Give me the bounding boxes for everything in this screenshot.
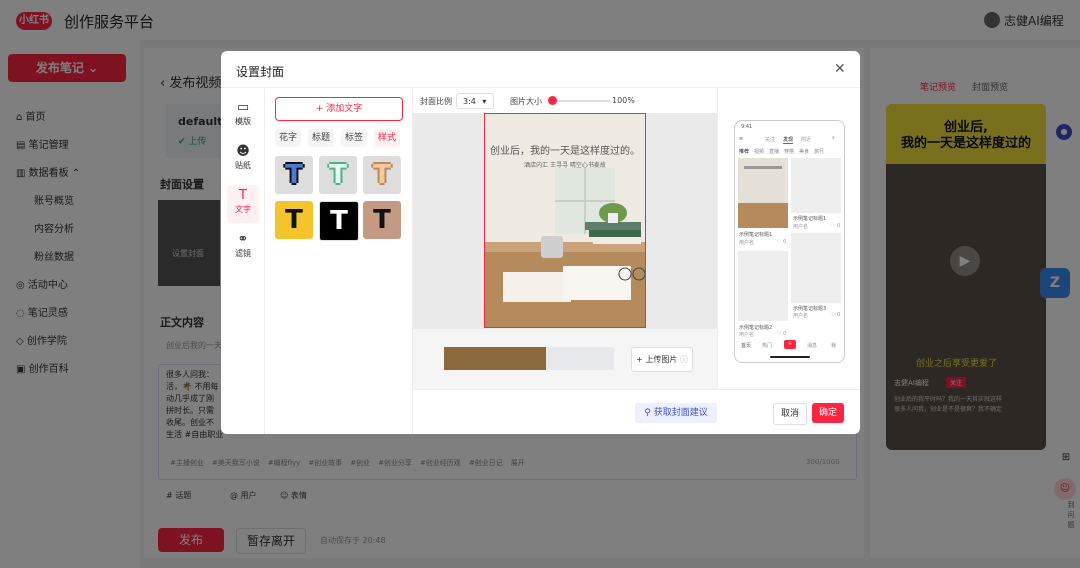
modal-title: 设置封面 — [236, 65, 285, 79]
tool-sticker[interactable]: ☻ 贴纸 — [227, 141, 259, 179]
phone-nav-me: 我 — [831, 343, 837, 349]
text-style-tile-peach[interactable]: T — [363, 156, 401, 194]
phone-nav-hot: 热门 — [762, 343, 773, 349]
phone-search-icon: ⌕ — [832, 135, 835, 141]
home-indicator — [770, 356, 810, 358]
text-style-tile-yellow[interactable]: T — [275, 201, 313, 239]
location-icon: ⚲ — [644, 408, 651, 418]
divider — [221, 87, 860, 88]
phone-card-placeholder — [738, 251, 788, 321]
phone-card-cover — [738, 158, 788, 228]
tab-style[interactable]: 样式 — [374, 129, 400, 147]
text-icon: T — [239, 188, 247, 203]
template-icon: ▭ — [236, 100, 250, 115]
get-cover-suggestion-button[interactable]: ⚲ 获取封面建议 — [635, 403, 717, 423]
phone-nav-plus: + — [784, 340, 796, 349]
phone-card-likes: ♡ 0 — [777, 239, 787, 245]
ratio-label: 封面比例 — [420, 97, 452, 106]
size-slider-track[interactable] — [552, 100, 610, 102]
phone-card-author: 用户名 — [793, 224, 809, 230]
text-style-tile-black[interactable]: T — [319, 201, 359, 241]
phone-card-placeholder — [791, 233, 841, 303]
chevron-down-icon: ▾ — [482, 97, 487, 106]
filmstrip-frame[interactable] — [495, 347, 512, 370]
phone-card-author: 用户名 — [739, 240, 755, 246]
upload-image-button[interactable]: + 上传图片 ⓘ — [631, 347, 693, 372]
phone-card-title: 示例笔记标题2 — [739, 325, 773, 331]
confirm-button[interactable]: 确定 — [812, 403, 844, 423]
phone-category-row: 推荐 视频 直播 穿搭 美食 旅行 — [739, 149, 825, 155]
phone-card-likes: ♡ 0 — [831, 312, 841, 318]
divider — [264, 88, 265, 434]
phone-card-title: 示例笔记标题1 — [739, 232, 773, 238]
phone-card-author: 用户名 — [739, 332, 755, 338]
filmstrip-frame[interactable] — [512, 347, 529, 370]
text-style-tile-mint[interactable]: T — [319, 156, 357, 194]
phone-card-title: 示例笔记标题1 — [793, 216, 827, 222]
phone-tab-nearby: 附近 — [801, 137, 812, 143]
phone-card-likes: ♡ 0 — [777, 331, 787, 337]
sticker-icon: ☻ — [236, 144, 250, 159]
plus-icon: + — [315, 104, 324, 114]
filter-icon: ⚭ — [237, 232, 249, 247]
phone-card-author: 用户名 — [793, 313, 809, 319]
tab-title[interactable]: 标题 — [308, 129, 334, 147]
menu-icon: ≡ — [739, 136, 744, 142]
divider — [413, 389, 860, 390]
tab-fancy-text[interactable]: 花字 — [275, 129, 301, 147]
cover-subtitle-text[interactable]: 酒店内汇 王寻寻 晴空心书麦故 — [485, 160, 645, 169]
phone-time: 9:41 — [741, 124, 753, 130]
size-label: 图片大小 — [510, 97, 542, 106]
tool-filter[interactable]: ⚭ 滤镜 — [227, 229, 259, 267]
tab-label[interactable]: 标签 — [341, 129, 367, 147]
tool-template[interactable]: ▭ 模版 — [227, 97, 259, 135]
cancel-button[interactable]: 取消 — [773, 403, 807, 425]
cover-canvas[interactable]: 创业后，我的一天是这样度过的。 酒店内汇 王寻寻 晴空心书麦故 — [484, 113, 646, 328]
info-icon: ⓘ — [679, 355, 688, 364]
filmstrip-frame[interactable] — [529, 347, 546, 370]
divider — [717, 88, 718, 389]
cover-title-text[interactable]: 创业后，我的一天是这样度过的。 — [485, 142, 645, 157]
set-cover-modal: 设置封面 ✕ ▭ 模版 ☻ 贴纸 T 文字 ⚭ 滤镜 + 添加文字 花字 标题 标签 样… — [221, 51, 860, 434]
phone-card-likes: ♡ 0 — [831, 223, 841, 229]
close-icon[interactable]: ✕ — [834, 61, 846, 77]
tool-text[interactable]: T 文字 — [227, 185, 259, 223]
phone-nav-home: 首页 — [741, 343, 752, 349]
filmstrip-frame[interactable] — [444, 347, 461, 370]
filmstrip-frame[interactable] — [461, 347, 478, 370]
phone-tab-follow: 关注 — [765, 137, 776, 143]
phone-tab-discover: 发现 — [783, 137, 794, 144]
text-style-tile-tan[interactable]: T — [363, 201, 401, 239]
text-style-tile-blue[interactable]: T — [275, 156, 313, 194]
phone-card-title: 示例笔记标题3 — [793, 306, 827, 312]
add-text-button[interactable]: + 添加文字 — [275, 97, 403, 121]
phone-card-placeholder — [791, 158, 841, 213]
phone-preview: 9:41 ≡ 关注 发现 附近 ⌕ 推荐 视频 直播 穿搭 美食 旅行 示例笔记标题1 用… — [734, 120, 845, 363]
filmstrip-frame[interactable] — [478, 347, 495, 370]
size-value: 100% — [612, 96, 635, 105]
size-slider-handle[interactable] — [548, 96, 557, 105]
phone-nav-messages: 消息 — [807, 343, 818, 349]
ratio-select[interactable]: 3:4 ▾ — [456, 93, 494, 109]
